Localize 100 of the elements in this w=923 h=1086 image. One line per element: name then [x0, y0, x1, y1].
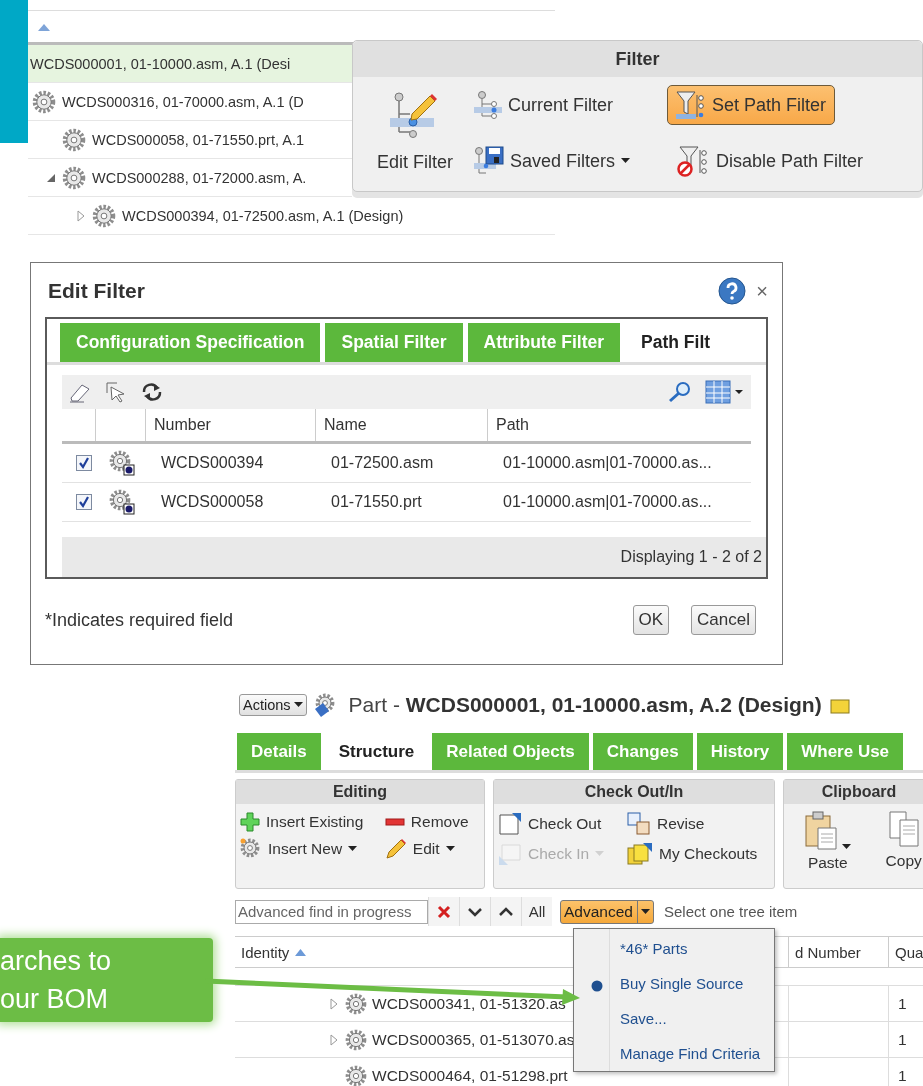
menu-item[interactable]: Buy Single Source	[574, 966, 774, 1001]
group-title: Clipboard	[784, 780, 923, 804]
funnel-tree-icon	[676, 90, 706, 120]
column-header[interactable]: d Number	[795, 943, 861, 961]
tree-pencil-icon	[390, 90, 440, 140]
tree-item-label: WCDS000288, 01-72000.asm, A.	[92, 169, 307, 186]
all-button[interactable]: All	[521, 897, 552, 926]
filter-button[interactable]: Set Path Filter	[667, 85, 836, 125]
table-cell: 01-10000.asm|01-70000.as...	[503, 454, 712, 472]
tree-structure-icon	[474, 90, 502, 120]
close-button[interactable]: ×	[756, 279, 768, 303]
column-header[interactable]: Number	[145, 409, 315, 441]
filter-button[interactable]: Current Filter	[465, 85, 623, 125]
column-header[interactable]: Qua	[895, 943, 923, 961]
tree-item-label: WCDS000058, 01-71550.prt, A.1	[92, 131, 304, 148]
table-cell: 01-10000.asm|01-70000.as...	[503, 493, 712, 511]
column-header[interactable]: Name	[315, 409, 487, 441]
toolbar-button[interactable]: Check Out	[498, 812, 615, 836]
tree-item-label: WCDS000316, 01-70000.asm, A.1 (D	[62, 93, 304, 110]
caret-icon	[640, 908, 650, 915]
page-heading: Part - WCDS000001, 01-10000.asm, A.2 (Design)	[348, 693, 822, 717]
funnel-blocked-icon	[676, 145, 710, 177]
sort-ascending-icon	[38, 22, 50, 31]
toolbar-button[interactable]: Insert Existing	[240, 812, 373, 832]
refresh-icon[interactable]	[140, 381, 164, 403]
table-cell: 01-72500.asm	[331, 454, 434, 472]
column-header[interactable]: Identity	[241, 943, 307, 961]
plus-icon	[240, 812, 260, 832]
radio-dot-icon	[591, 979, 603, 992]
tree-item-label: WCDS000001, 01-10000.asm, A.1 (Desi	[30, 55, 291, 72]
menu-item[interactable]: Manage Find Criteria	[574, 1036, 774, 1071]
tree-item-label: WCDS000394, 01-72500.asm, A.1 (Design)	[122, 207, 404, 224]
clipboard-icon	[804, 810, 839, 850]
table-cell: 1	[888, 1058, 923, 1086]
toolbar-button[interactable]: Revise	[627, 812, 768, 836]
column-header[interactable]: Path	[487, 409, 751, 441]
toolbar-button[interactable]: My Checkouts	[627, 842, 768, 866]
group-title: Editing	[236, 780, 484, 804]
gear-icon	[345, 992, 367, 1015]
previous-button[interactable]	[490, 897, 521, 926]
edit-filter-button[interactable]: Edit Filter	[365, 85, 465, 178]
copy-icon	[887, 810, 920, 848]
chevron-up-icon	[498, 905, 514, 918]
gear-icon	[62, 165, 86, 190]
dialog-title: Edit Filter	[48, 279, 145, 303]
tree-item-label: WCDS000365, 01-513070.as	[372, 1030, 575, 1049]
toolbar-button[interactable]: Remove	[384, 812, 478, 832]
actions-button[interactable]: Actions	[239, 694, 307, 716]
panel-title: Filter	[353, 41, 922, 77]
table-cell: WCDS000058	[161, 493, 264, 511]
part-gear-icon	[109, 450, 135, 476]
table-cell: WCDS000394	[161, 454, 264, 472]
document-icon	[498, 812, 522, 836]
checkbox[interactable]	[76, 494, 92, 510]
gear-icon	[32, 89, 56, 114]
next-button[interactable]	[459, 897, 490, 926]
toolbar-button[interactable]: Paste	[796, 810, 860, 872]
pencil-icon	[384, 838, 407, 860]
callout-text: arches to our BOM	[0, 938, 213, 1022]
filter-button[interactable]: Saved Filters	[465, 141, 640, 181]
table-cell: 01-71550.prt	[331, 493, 422, 511]
clear-button[interactable]	[428, 897, 459, 926]
floppy-tree-icon	[474, 146, 504, 176]
part-gear-icon	[109, 489, 135, 515]
sort-ascending-icon	[295, 948, 307, 956]
folder-icon	[829, 696, 850, 714]
gear-icon	[92, 203, 116, 228]
search-icon[interactable]	[667, 380, 693, 404]
cancel-button[interactable]: Cancel	[691, 605, 756, 635]
table-cell: 1	[888, 986, 923, 1021]
paging-status: Displaying 1 - 2 of 2	[620, 548, 762, 566]
caret-icon	[293, 702, 303, 708]
checkbox[interactable]	[76, 455, 92, 471]
tree-row[interactable]: WCDS000001, 01-10000.asm, A.1 (Desi	[28, 45, 352, 83]
ok-button[interactable]: OK	[632, 605, 670, 635]
tree-row[interactable]: WCDS000288, 01-72000.asm, A.	[28, 159, 352, 197]
group-title: Check Out/In	[494, 780, 774, 804]
toolbar-button[interactable]: Copy	[877, 810, 923, 872]
help-icon[interactable]	[718, 277, 747, 305]
close-icon	[437, 904, 451, 919]
find-field[interactable]: Advanced find in progress	[235, 899, 428, 924]
filter-button[interactable]: Disable Path Filter	[667, 140, 873, 182]
folders-icon	[627, 842, 653, 866]
toolbar-button[interactable]: Edit	[384, 838, 478, 860]
menu-item[interactable]: Save...	[574, 1001, 774, 1036]
table-cell: 1	[888, 1022, 923, 1057]
revise-icon	[627, 812, 651, 836]
required-field-note: *Indicates required field	[45, 609, 234, 631]
tree-item-label: WCDS000464, 01-51298.prt	[372, 1066, 568, 1085]
find-status: Select one tree item	[663, 903, 798, 920]
gear-icon	[62, 127, 86, 152]
tree-item-label: WCDS000341, 01-51320.as	[372, 994, 566, 1013]
chevron-down-icon	[467, 905, 483, 918]
toolbar-button[interactable]: Insert New	[240, 838, 373, 860]
table-columns-icon[interactable]	[705, 379, 745, 405]
document-icon	[498, 842, 522, 866]
advanced-button[interactable]: Advanced	[560, 899, 654, 924]
tree-row[interactable]: WCDS000058, 01-71550.prt, A.1	[28, 121, 352, 159]
menu-item[interactable]: *46* Parts	[574, 931, 774, 966]
gear-icon	[345, 1028, 367, 1051]
